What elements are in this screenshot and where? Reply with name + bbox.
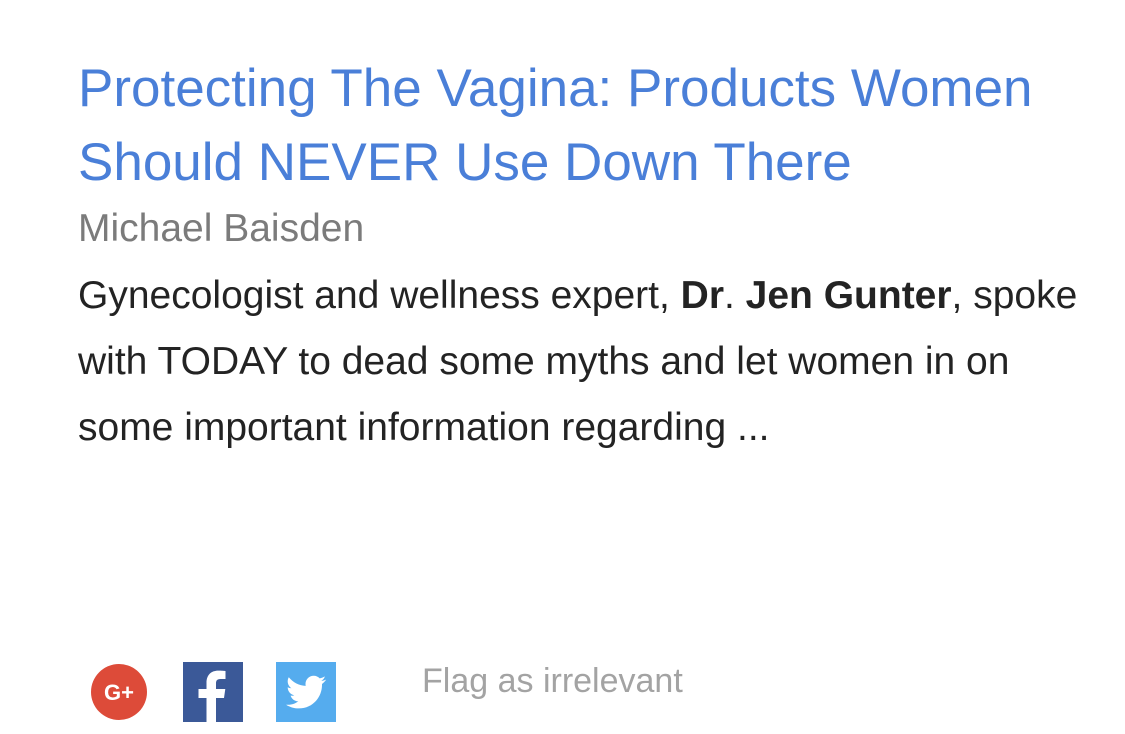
google-plus-icon: G+ (91, 664, 147, 720)
search-result-card: Protecting The Vagina: Products Women Sh… (78, 52, 1108, 461)
snippet-text: . (724, 274, 746, 317)
snippet-highlight: Dr (680, 274, 724, 317)
facebook-share-button[interactable] (183, 662, 243, 722)
facebook-icon (183, 662, 243, 722)
result-snippet: Gynecologist and wellness expert, Dr. Je… (78, 263, 1108, 461)
result-source: Michael Baisden (78, 207, 365, 250)
snippet-highlight: Jen Gunter (745, 274, 952, 317)
google-plus-share-button[interactable]: G+ (90, 663, 148, 721)
share-actions: G+ Flag as irrelevant (86, 661, 683, 723)
google-plus-icon-text: G+ (104, 680, 134, 705)
twitter-icon (276, 662, 336, 722)
result-title-link[interactable]: Protecting The Vagina: Products Women Sh… (78, 52, 1108, 200)
snippet-text: Gynecologist and wellness expert, (78, 274, 681, 317)
flag-irrelevant-link[interactable]: Flag as irrelevant (422, 662, 683, 701)
twitter-share-button[interactable] (276, 662, 336, 722)
